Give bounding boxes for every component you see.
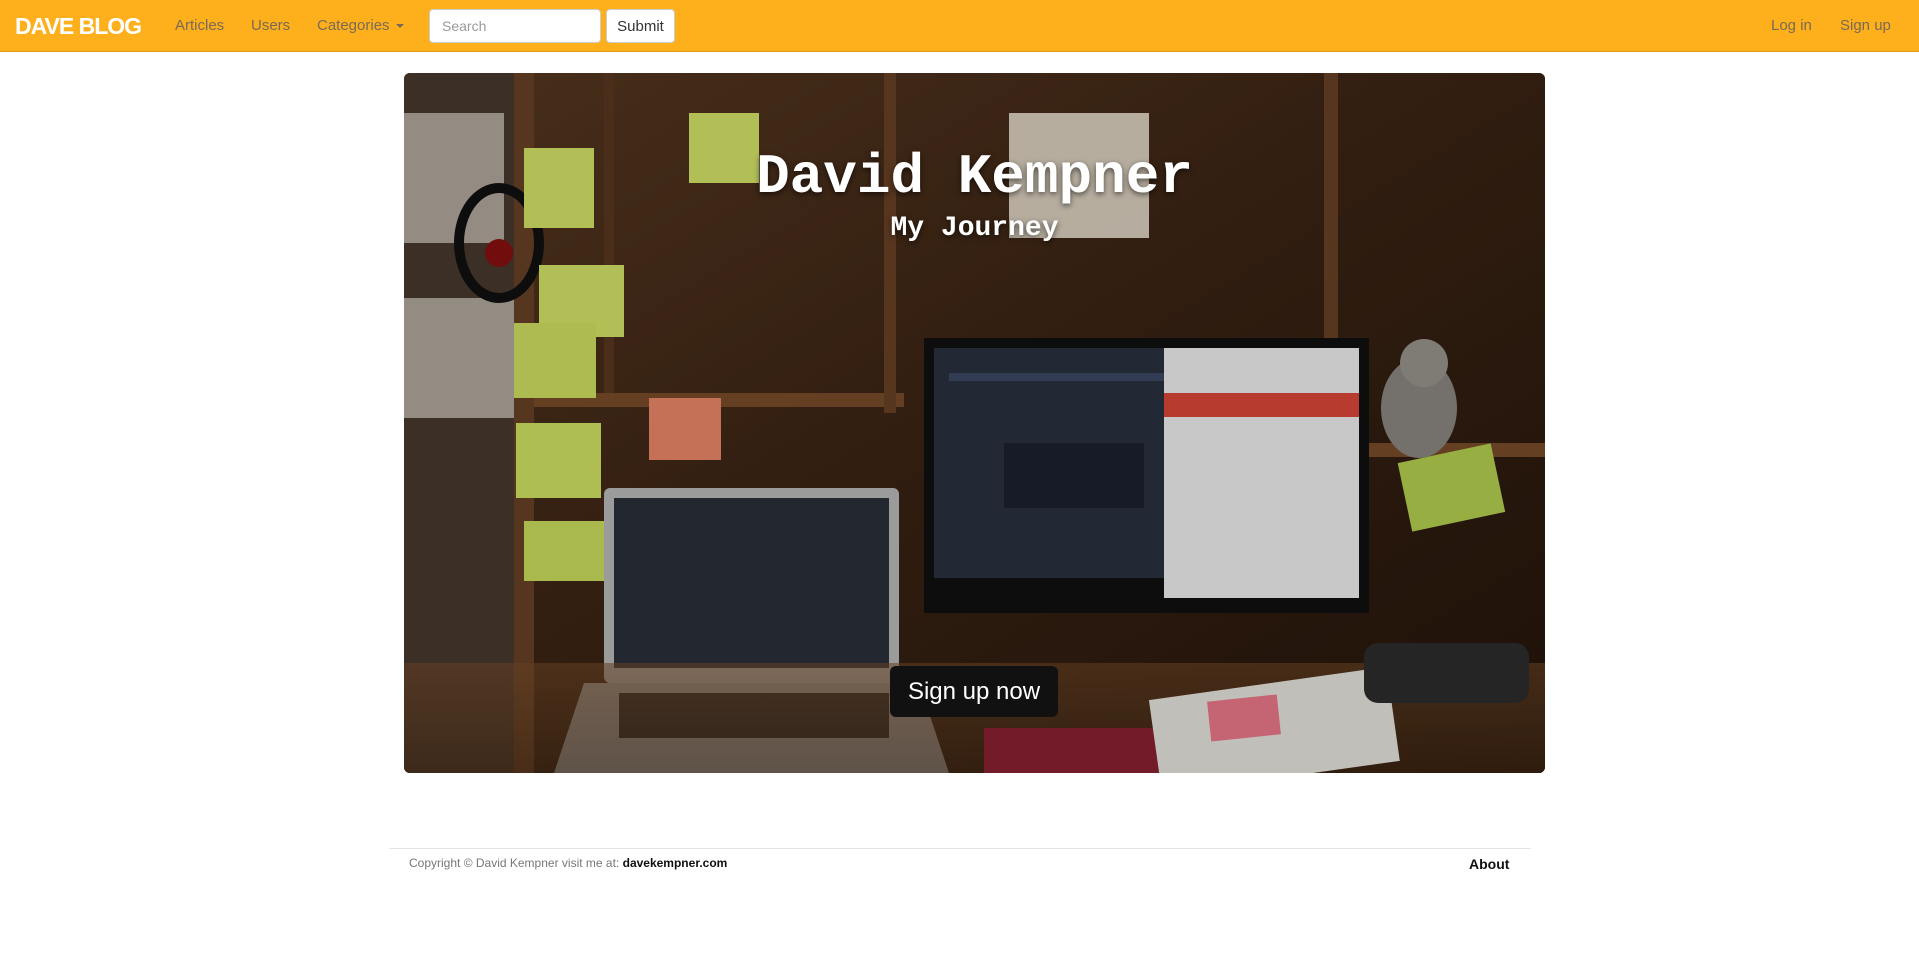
search-submit-button[interactable]: Submit bbox=[606, 9, 675, 43]
login-link[interactable]: Log in bbox=[1771, 17, 1812, 34]
hero-subtitle: My Journey bbox=[890, 213, 1059, 244]
search-input[interactable] bbox=[429, 9, 601, 43]
footer-site-link[interactable]: davekempner.com bbox=[623, 856, 728, 870]
nav-link-articles[interactable]: Articles bbox=[175, 17, 224, 34]
nav-dropdown-categories[interactable]: Categories bbox=[317, 17, 404, 34]
sign-up-now-button[interactable]: Sign up now bbox=[890, 666, 1058, 717]
caret-down-icon bbox=[395, 24, 404, 29]
nav-dropdown-categories-label: Categories bbox=[317, 17, 390, 34]
footer-copyright-text: Copyright © David Kempner visit me at: bbox=[409, 856, 620, 870]
footer-divider bbox=[389, 848, 1531, 849]
footer-copyright: Copyright © David Kempner visit me at: d… bbox=[409, 856, 727, 870]
nav-link-users[interactable]: Users bbox=[251, 17, 290, 34]
hero-title: David Kempner bbox=[756, 145, 1193, 209]
footer-about-link[interactable]: About bbox=[1469, 856, 1509, 872]
brand-logo[interactable]: DAVE BLOG bbox=[15, 13, 142, 40]
signup-link[interactable]: Sign up bbox=[1840, 17, 1891, 34]
hero-jumbotron: David Kempner My Journey Sign up now bbox=[404, 73, 1545, 773]
top-navbar: DAVE BLOG Articles Users Categories Subm… bbox=[0, 0, 1919, 52]
